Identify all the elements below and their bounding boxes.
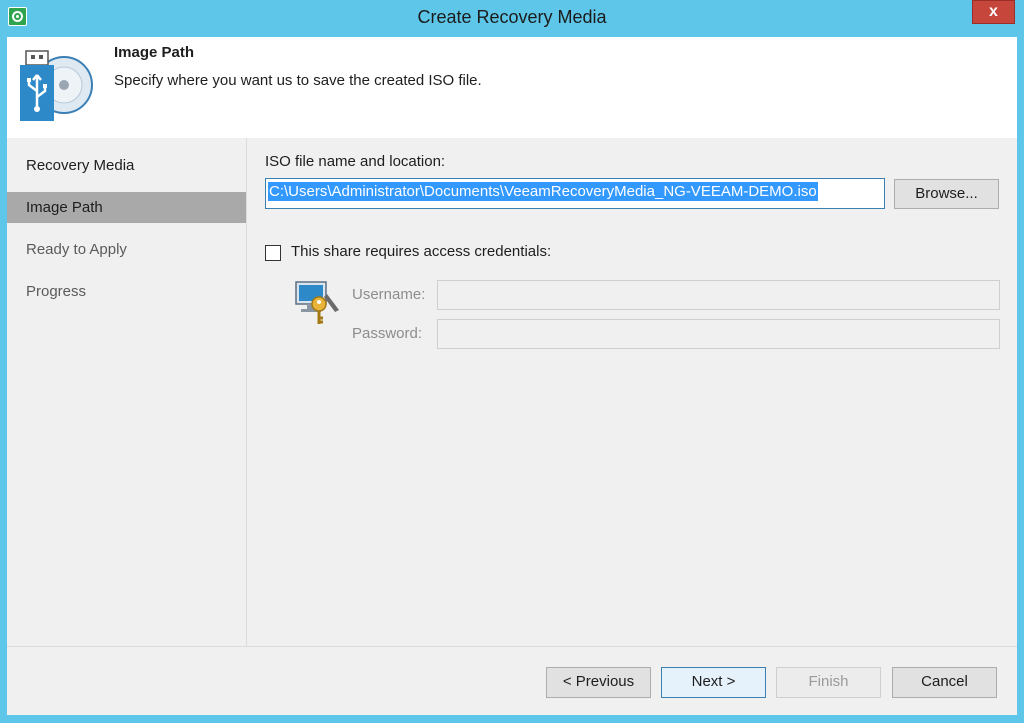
password-field[interactable] bbox=[437, 319, 1000, 349]
next-button[interactable]: Next > bbox=[661, 667, 766, 698]
close-button[interactable]: x bbox=[972, 0, 1015, 24]
usb-disc-icon bbox=[20, 50, 93, 121]
credentials-checkbox-label[interactable]: This share requires access credentials: bbox=[291, 243, 551, 260]
password-label: Password: bbox=[352, 325, 423, 342]
title-bar: Create Recovery Media x bbox=[0, 0, 1024, 36]
finish-button: Finish bbox=[776, 667, 881, 698]
iso-path-value: C:\Users\Administrator\Documents\VeeamRe… bbox=[268, 182, 818, 201]
username-field[interactable] bbox=[437, 280, 1000, 310]
wizard-dialog: Image Path Specify where you want us to … bbox=[7, 37, 1017, 715]
footer-divider bbox=[7, 646, 1017, 647]
step-progress: Progress bbox=[26, 283, 87, 300]
step-title: Image Path bbox=[114, 44, 195, 61]
step-recovery-media[interactable]: Recovery Media bbox=[7, 150, 246, 181]
browse-button[interactable]: Browse... bbox=[894, 179, 999, 209]
username-label: Username: bbox=[352, 286, 426, 303]
previous-button[interactable]: < Previous bbox=[546, 667, 651, 698]
step-description: Specify where you want us to save the cr… bbox=[114, 72, 482, 89]
cancel-button[interactable]: Cancel bbox=[892, 667, 997, 698]
step-ready-to-apply: Ready to Apply bbox=[26, 241, 127, 258]
iso-path-input[interactable]: C:\Users\Administrator\Documents\VeeamRe… bbox=[265, 178, 885, 209]
step-content: ISO file name and location: C:\Users\Adm… bbox=[247, 138, 1017, 646]
credentials-checkbox[interactable] bbox=[265, 245, 281, 261]
iso-path-label: ISO file name and location: bbox=[265, 153, 446, 170]
window-title: Create Recovery Media bbox=[417, 7, 607, 27]
wizard-header: Image Path Specify where you want us to … bbox=[7, 37, 1017, 138]
wizard-steps: Recovery Media Image Path Ready to Apply… bbox=[7, 138, 246, 646]
step-image-path[interactable]: Image Path bbox=[7, 192, 246, 223]
computer-key-icon bbox=[295, 281, 339, 324]
